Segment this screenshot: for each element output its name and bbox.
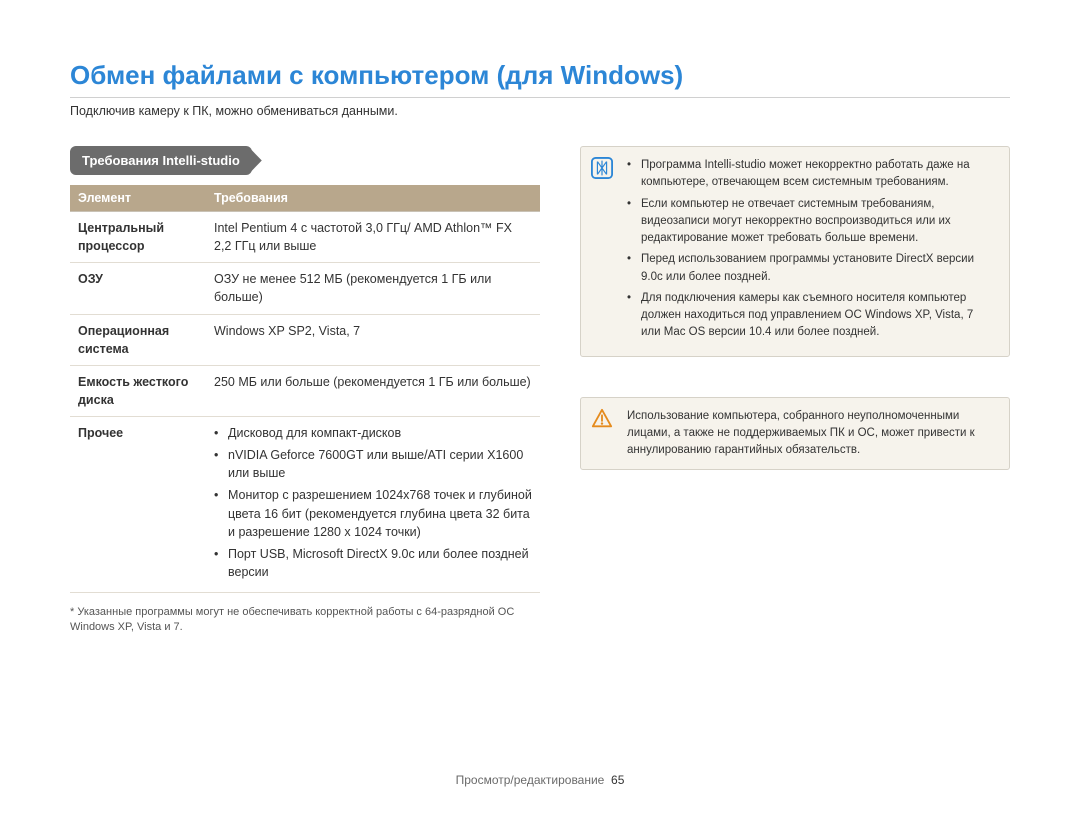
requirements-table: Элемент Требования Центральный процессор… — [70, 185, 540, 593]
list-item: Дисковод для компакт-дисков — [214, 424, 532, 442]
row-value: Дисковод для компакт-дисков nVIDIA Gefor… — [206, 417, 540, 593]
misc-bullets: Дисковод для компакт-дисков nVIDIA Gefor… — [214, 424, 532, 581]
warning-text: Использование компьютера, собранного неу… — [627, 410, 975, 457]
table-row: Емкость жесткого диска 250 МБ или больше… — [70, 365, 540, 416]
row-value: 250 МБ или больше (рекомендуется 1 ГБ ил… — [206, 365, 540, 416]
right-column: Программа Intelli-studio может некоррект… — [580, 146, 1010, 636]
row-value: Intel Pentium 4 с частотой 3,0 ГГц/ AMD … — [206, 212, 540, 263]
list-item: Для подключения камеры как съемного носи… — [627, 290, 995, 342]
row-value: ОЗУ не менее 512 МБ (рекомендуется 1 ГБ … — [206, 263, 540, 314]
table-row: ОЗУ ОЗУ не менее 512 МБ (рекомендуется 1… — [70, 263, 540, 314]
th-requirement: Требования — [206, 185, 540, 212]
requirements-badge: Требования Intelli-studio — [70, 146, 252, 175]
table-row: Прочее Дисковод для компакт-дисков nVIDI… — [70, 417, 540, 593]
left-column: Требования Intelli-studio Элемент Требов… — [70, 146, 540, 636]
page-title: Обмен файлами с компьютером (для Windows… — [70, 60, 1010, 98]
row-label: Прочее — [70, 417, 206, 593]
requirements-footnote: * Указанные программы могут не обеспечив… — [70, 605, 540, 636]
row-label: Емкость жесткого диска — [70, 365, 206, 416]
list-item: Перед использованием программы установит… — [627, 251, 995, 286]
page-subtitle: Подключив камеру к ПК, можно обмениватьс… — [70, 104, 1010, 118]
list-item: nVIDIA Geforce 7600GT или выше/ATI серии… — [214, 446, 532, 482]
list-item: Порт USB, Microsoft DirectX 9.0c или бол… — [214, 545, 532, 581]
footer-page-number: 65 — [611, 773, 624, 787]
table-row: Центральный процессор Intel Pentium 4 с … — [70, 212, 540, 263]
row-label: Центральный процессор — [70, 212, 206, 263]
page-footer: Просмотр/редактирование 65 — [0, 773, 1080, 787]
list-item: Монитор с разрешением 1024x768 точек и г… — [214, 486, 532, 540]
row-label: Операционная система — [70, 314, 206, 365]
info-note-box: Программа Intelli-studio может некоррект… — [580, 146, 1010, 357]
list-item: Программа Intelli-studio может некоррект… — [627, 157, 995, 192]
info-icon — [591, 157, 613, 179]
warning-icon — [591, 408, 613, 430]
list-item: Если компьютер не отвечает системным тре… — [627, 196, 995, 248]
footer-section: Просмотр/редактирование — [456, 773, 605, 787]
document-page: Обмен файлами с компьютером (для Windows… — [0, 0, 1080, 815]
info-bullets: Программа Intelli-studio может некоррект… — [627, 157, 995, 342]
row-label: ОЗУ — [70, 263, 206, 314]
content-columns: Требования Intelli-studio Элемент Требов… — [70, 146, 1010, 636]
table-row: Операционная система Windows XP SP2, Vis… — [70, 314, 540, 365]
warning-note-box: Использование компьютера, собранного неу… — [580, 397, 1010, 471]
row-value: Windows XP SP2, Vista, 7 — [206, 314, 540, 365]
th-element: Элемент — [70, 185, 206, 212]
